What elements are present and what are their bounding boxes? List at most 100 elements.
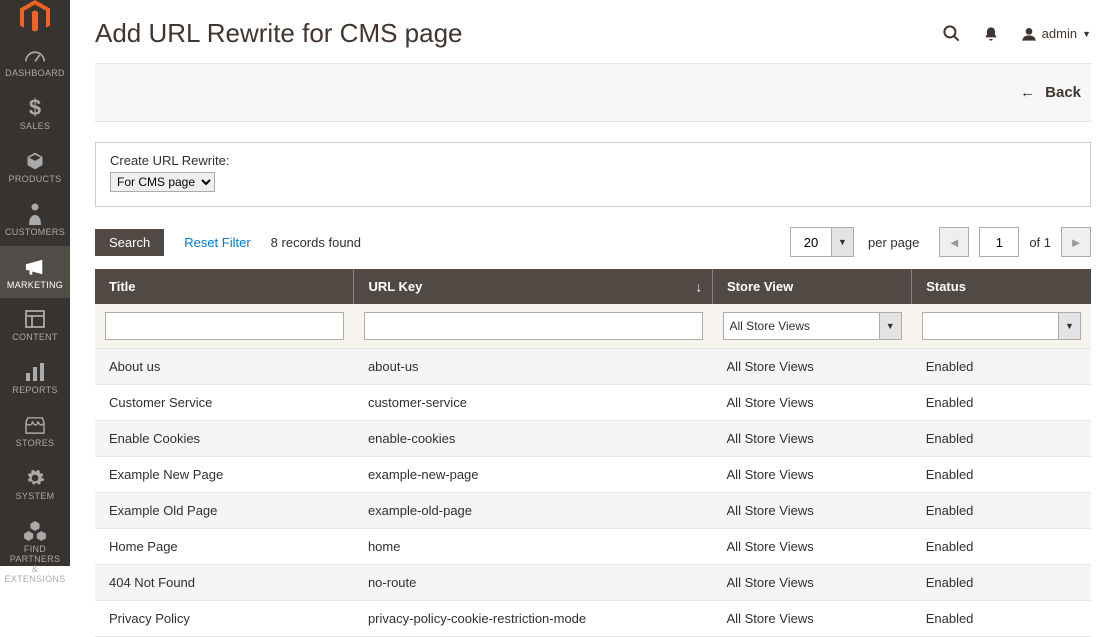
grid-controls: Search Reset Filter 8 records found ▼ pe… [95,227,1091,257]
admin-sidebar: DASHBOARD $ SALES PRODUCTS CUSTOMERS MARKETIN… [0,0,70,566]
nav-reports[interactable]: REPORTS [0,351,70,404]
chevron-down-icon: ▼ [1058,313,1080,339]
nav-stores[interactable]: STORES [0,404,70,457]
cell-store-view: All Store Views [713,421,912,457]
nav-label: CUSTOMERS [5,228,65,238]
nav-marketing[interactable]: MARKETING [0,246,70,299]
arrow-left-icon: ← [1020,84,1035,101]
per-page-input[interactable] [791,228,831,256]
table-row[interactable]: About usabout-usAll Store ViewsEnabled [95,349,1091,385]
cell-title: Enable Cookies [95,421,354,457]
col-title[interactable]: Title [95,269,354,304]
page-toolbar: ← Back [95,63,1091,122]
col-store-view[interactable]: Store View [713,269,912,304]
search-button[interactable]: Search [95,229,164,256]
cell-url-key: privacy-policy-cookie-restriction-mode [354,601,713,637]
cell-title: Privacy Policy [95,601,354,637]
cell-url-key: example-old-page [354,493,713,529]
filter-urlkey-input[interactable] [364,312,703,340]
cell-title: About us [95,349,354,385]
person-icon [28,203,42,225]
page-input[interactable] [979,227,1019,257]
user-icon [1021,26,1037,42]
dollar-icon: $ [29,97,41,119]
cell-status: Enabled [912,529,1091,565]
table-row[interactable]: Customer Servicecustomer-serviceAll Stor… [95,385,1091,421]
nav-label: STORES [16,439,55,449]
gear-icon [25,467,45,489]
prev-page-button[interactable]: ◄ [939,227,969,257]
next-page-button[interactable]: ► [1061,227,1091,257]
table-row[interactable]: Privacy Policyprivacy-policy-cookie-rest… [95,601,1091,637]
page-title: Add URL Rewrite for CMS page [95,18,463,49]
nav-products[interactable]: PRODUCTS [0,140,70,193]
nav-content[interactable]: CONTENT [0,298,70,351]
cell-store-view: All Store Views [713,529,912,565]
cell-title: Example New Page [95,457,354,493]
nav-label: SALES [20,122,51,132]
sort-desc-icon: ↓ [696,279,703,294]
storefront-icon [24,414,46,436]
dashboard-icon [24,44,46,66]
nav-sales[interactable]: $ SALES [0,87,70,140]
nav-label: PRODUCTS [9,175,62,185]
chevron-down-icon: ▼ [879,313,901,339]
nav-system[interactable]: SYSTEM [0,457,70,510]
filter-row: All Store Views ▼ ▼ [95,304,1091,349]
cell-store-view: All Store Views [713,601,912,637]
main-content: Add URL Rewrite for CMS page admin ▼ ← B… [70,0,1116,637]
cell-store-view: All Store Views [713,349,912,385]
layout-icon [25,308,45,330]
header-actions: admin ▼ [942,24,1091,43]
col-url-key[interactable]: URL Key↓ [354,269,713,304]
magento-logo[interactable] [0,0,70,34]
bars-icon [25,361,45,383]
of-pages-label: of 1 [1029,235,1051,250]
box-icon [25,150,45,172]
megaphone-icon [24,256,46,278]
search-icon[interactable] [942,24,961,43]
back-button[interactable]: ← Back [1020,84,1091,101]
page-header: Add URL Rewrite for CMS page admin ▼ [95,0,1091,63]
filter-title-input[interactable] [105,312,344,340]
cell-url-key: about-us [354,349,713,385]
filter-status-select[interactable]: ▼ [922,312,1081,340]
table-row[interactable]: Example New Pageexample-new-pageAll Stor… [95,457,1091,493]
notifications-icon[interactable] [983,25,999,43]
cell-url-key: no-route [354,565,713,601]
user-menu-trigger[interactable]: admin ▼ [1021,26,1091,42]
create-type-select[interactable]: For CMS page [110,172,215,192]
create-label: Create URL Rewrite: [110,153,1076,168]
nav-label: DASHBOARD [5,69,65,79]
per-page-label: per page [868,235,919,250]
cms-pages-grid: Title URL Key↓ Store View Status All Sto… [95,269,1091,637]
records-found: 8 records found [271,235,361,250]
table-row[interactable]: Enable Cookiesenable-cookiesAll Store Vi… [95,421,1091,457]
cell-store-view: All Store Views [713,565,912,601]
per-page-select[interactable]: ▼ [790,227,854,257]
cell-status: Enabled [912,457,1091,493]
user-label: admin [1042,26,1077,41]
cell-store-view: All Store Views [713,493,912,529]
cell-url-key: enable-cookies [354,421,713,457]
table-row[interactable]: Home PagehomeAll Store ViewsEnabled [95,529,1091,565]
table-row[interactable]: Example Old Pageexample-old-pageAll Stor… [95,493,1091,529]
back-label: Back [1045,84,1081,101]
cell-status: Enabled [912,601,1091,637]
reset-filter-link[interactable]: Reset Filter [184,235,250,250]
chevron-down-icon: ▼ [1082,29,1091,39]
nav-label: REPORTS [12,386,57,396]
cell-status: Enabled [912,385,1091,421]
nav-label: CONTENT [12,333,58,343]
cell-url-key: home [354,529,713,565]
filter-storeview-select[interactable]: All Store Views ▼ [723,312,902,340]
cell-status: Enabled [912,493,1091,529]
chevron-down-icon[interactable]: ▼ [831,228,853,256]
cell-url-key: customer-service [354,385,713,421]
nav-customers[interactable]: CUSTOMERS [0,193,70,246]
nav-dashboard[interactable]: DASHBOARD [0,34,70,87]
cell-title: Home Page [95,529,354,565]
table-row[interactable]: 404 Not Foundno-routeAll Store ViewsEnab… [95,565,1091,601]
cell-status: Enabled [912,565,1091,601]
col-status[interactable]: Status [912,269,1091,304]
